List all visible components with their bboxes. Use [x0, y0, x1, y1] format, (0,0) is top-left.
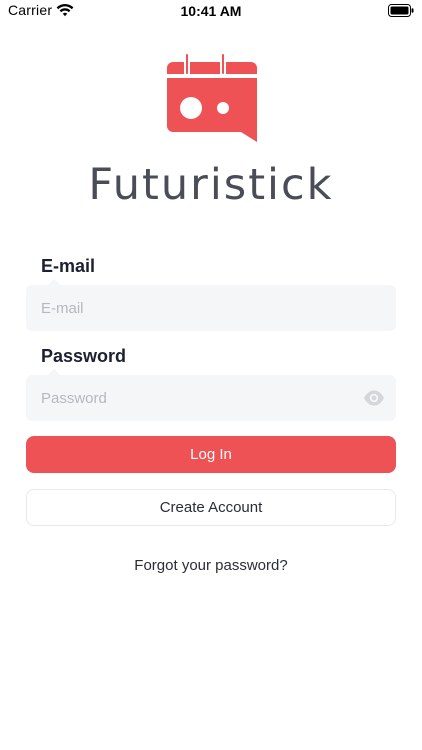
- password-label: Password: [41, 346, 127, 366]
- password-input[interactable]: [41, 375, 361, 421]
- battery-icon: [388, 4, 414, 17]
- status-time: 10:41 AM: [180, 3, 242, 19]
- email-label: E-mail: [41, 256, 96, 276]
- email-input[interactable]: [41, 285, 361, 331]
- create-account-button[interactable]: Create Account: [26, 489, 396, 526]
- eye-icon[interactable]: [363, 389, 385, 407]
- calendar-chat-logo-icon: [167, 52, 257, 142]
- status-bar: Carrier 10:41 AM: [0, 0, 422, 22]
- brand-name: Futuristick: [88, 160, 334, 210]
- login-button[interactable]: Log In: [26, 436, 396, 473]
- password-field-container[interactable]: [26, 369, 396, 421]
- email-field-container[interactable]: [26, 279, 396, 331]
- forgot-password-link[interactable]: Forgot your password?: [0, 557, 422, 574]
